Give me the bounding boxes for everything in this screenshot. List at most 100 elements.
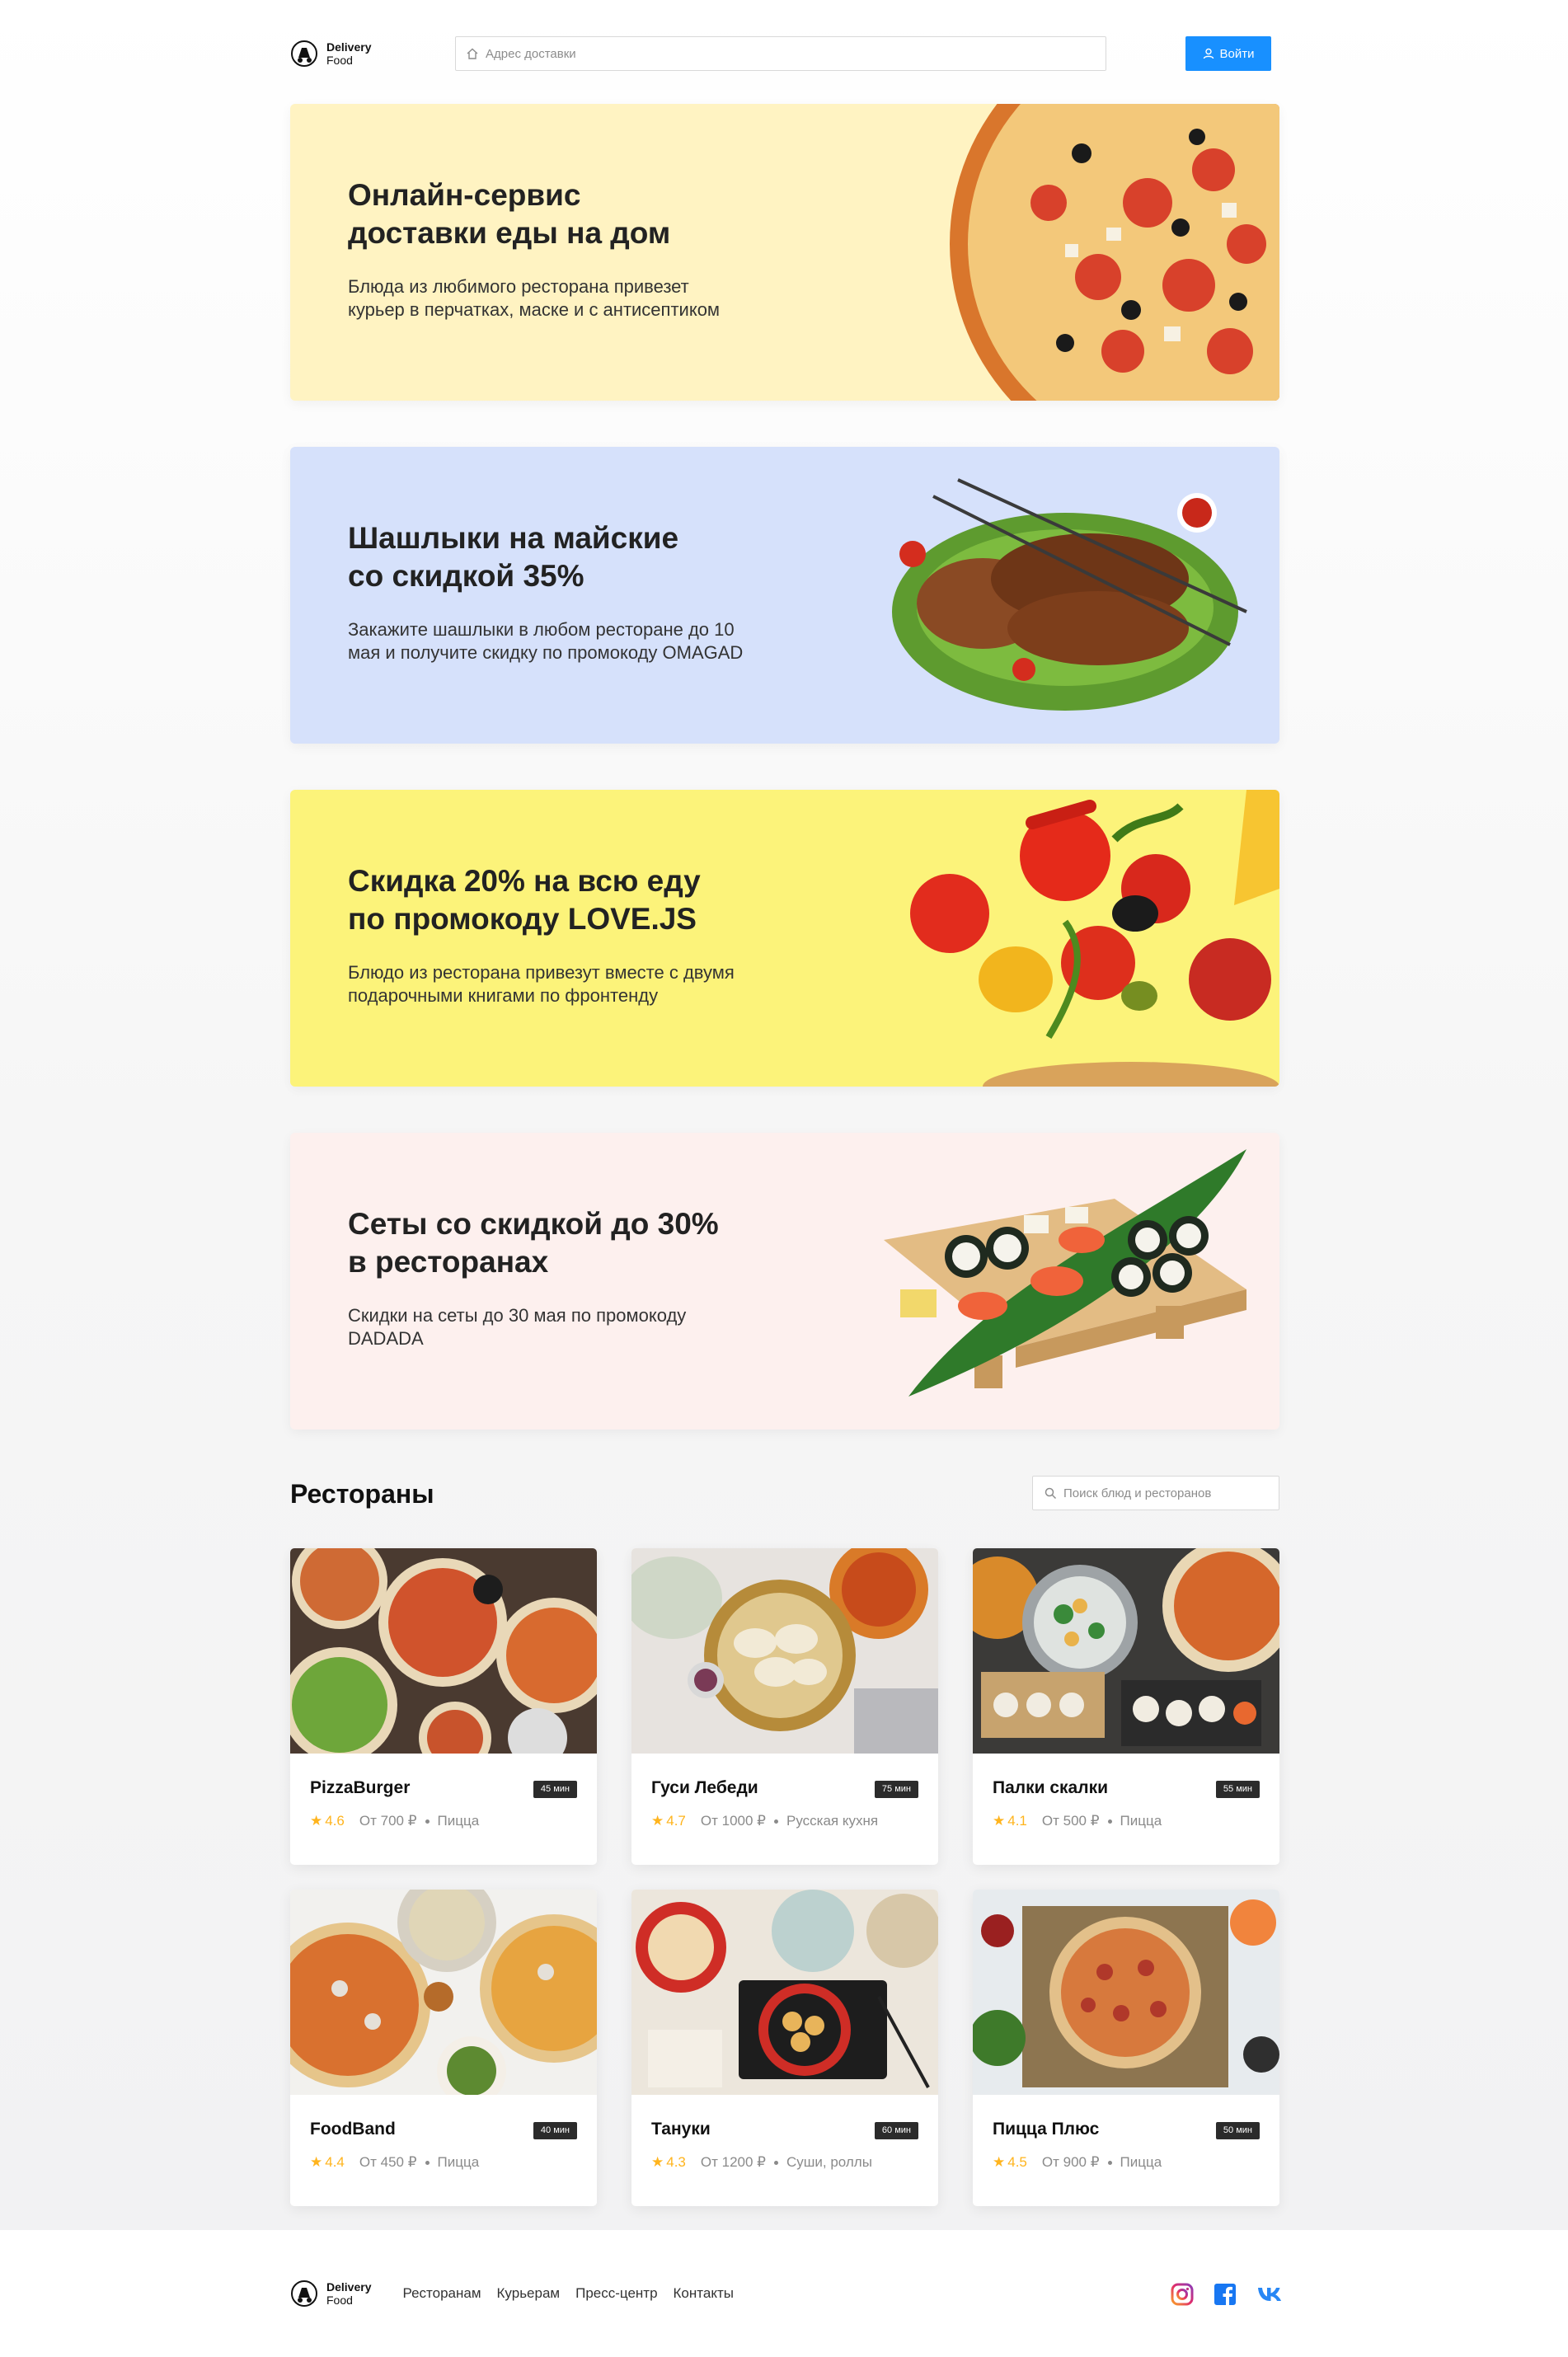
star-icon: ★ bbox=[993, 1813, 1006, 1829]
delivery-time-badge: 40 мин bbox=[533, 2122, 577, 2139]
footer-logo[interactable]: Delivery Food bbox=[290, 2280, 371, 2308]
logo-line1: Delivery bbox=[326, 40, 372, 54]
star-icon: ★ bbox=[651, 2154, 664, 2170]
logo-icon bbox=[291, 2280, 317, 2307]
footer-link-press[interactable]: Пресс-центр bbox=[575, 2285, 657, 2302]
star-icon: ★ bbox=[651, 1813, 664, 1829]
flying-vegetables-image bbox=[910, 790, 1279, 1087]
rating-value: 4.3 bbox=[666, 2154, 686, 2170]
rating: ★ 4.5 bbox=[993, 2154, 1027, 2171]
address-input[interactable] bbox=[486, 37, 1106, 70]
delivery-time-badge: 60 мин bbox=[874, 2122, 918, 2139]
logo-icon bbox=[291, 40, 317, 67]
restaurant-meta: ★ 4.6 От 700 ₽ Пицца bbox=[310, 1813, 479, 1829]
category: Суши, роллы bbox=[786, 2154, 872, 2170]
user-icon bbox=[1203, 48, 1214, 59]
separator-dot bbox=[425, 1819, 430, 1824]
restaurant-name: PizzaBurger bbox=[310, 1778, 411, 1797]
header: Delivery Food Войти bbox=[290, 35, 1279, 73]
restaurants-header: Рестораны bbox=[290, 1476, 1279, 1512]
promo-desc: Блюда из любимого ресторана привезет кур… bbox=[348, 276, 721, 320]
price: От 450 ₽ bbox=[359, 2154, 417, 2170]
price: От 700 ₽ bbox=[359, 1813, 417, 1829]
restaurant-image-pizzas bbox=[290, 1548, 597, 1774]
delivery-time-badge: 75 мин bbox=[874, 1781, 918, 1798]
restaurants-grid: PizzaBurger 45 мин ★ 4.6 От 700 ₽ Пицца Г… bbox=[290, 1548, 1279, 2208]
separator-dot bbox=[425, 2160, 430, 2165]
category: Пицца bbox=[1120, 2154, 1162, 2170]
pizza-image bbox=[950, 104, 1279, 401]
logo[interactable]: Delivery Food bbox=[290, 40, 371, 68]
promo-desc: Блюдо из ресторана привезут вместе с дву… bbox=[348, 962, 735, 1006]
restaurant-image-dumplings bbox=[631, 1548, 938, 1763]
rating-value: 4.5 bbox=[1007, 2154, 1027, 2170]
instagram-icon[interactable] bbox=[1171, 2283, 1194, 2306]
promo-desc: Скидки на сеты до 30 мая по промокоду DA… bbox=[348, 1305, 687, 1349]
price: От 1000 ₽ bbox=[700, 1813, 766, 1829]
star-icon: ★ bbox=[310, 2154, 323, 2170]
footer-link-couriers[interactable]: Курьерам bbox=[497, 2285, 561, 2302]
rating: ★ 4.1 bbox=[993, 1813, 1027, 1829]
search-field[interactable] bbox=[1032, 1476, 1279, 1510]
restaurant-image-pizza-slices bbox=[290, 1890, 597, 2106]
footer-link-contacts[interactable]: Контакты bbox=[674, 2285, 734, 2302]
category: Русская кухня bbox=[786, 1813, 879, 1829]
delivery-time-badge: 50 мин bbox=[1215, 2122, 1260, 2139]
restaurant-meta: ★ 4.7 От 1000 ₽ Русская кухня bbox=[651, 1813, 878, 1829]
price: От 900 ₽ bbox=[1041, 2154, 1100, 2170]
promo-banner-3[interactable]: Скидка 20% на всю еду по промокоду LOVE.… bbox=[290, 790, 1279, 1087]
price: От 500 ₽ bbox=[1041, 1813, 1100, 1829]
rating: ★ 4.6 bbox=[310, 1813, 345, 1829]
restaurant-meta: ★ 4.5 От 900 ₽ Пицца bbox=[993, 2154, 1162, 2171]
promo-title: Шашлыки на майские со скидкой 35% bbox=[348, 521, 679, 593]
restaurant-name: FoodBand bbox=[310, 2120, 396, 2139]
price: От 1200 ₽ bbox=[700, 2154, 766, 2170]
logo-text: Delivery Food bbox=[326, 40, 371, 67]
separator-dot bbox=[773, 1819, 778, 1824]
delivery-time-badge: 45 мин bbox=[533, 1781, 577, 1798]
restaurants-title: Рестораны bbox=[290, 1479, 434, 1509]
separator-dot bbox=[773, 2160, 778, 2165]
logo-line1: Delivery bbox=[326, 2280, 372, 2294]
search-icon bbox=[1045, 1487, 1057, 1499]
star-icon: ★ bbox=[310, 1813, 323, 1829]
shashlik-image bbox=[892, 478, 1247, 711]
restaurant-name: Пицца Плюс bbox=[993, 2120, 1100, 2139]
restaurant-card[interactable]: Тануки 60 мин ★ 4.3 От 1200 ₽ Суши, роллы bbox=[631, 1890, 938, 2206]
search-input[interactable] bbox=[1063, 1477, 1279, 1510]
footer-link-restaurants[interactable]: Ресторанам bbox=[402, 2285, 481, 2302]
logo-line2: Food bbox=[326, 54, 353, 67]
logo-line2: Food bbox=[326, 2294, 353, 2307]
rating-value: 4.1 bbox=[1007, 1813, 1027, 1829]
login-label: Войти bbox=[1219, 46, 1255, 61]
promo-title: Скидка 20% на всю еду по промокоду LOVE.… bbox=[348, 864, 701, 936]
restaurant-card[interactable]: Палки скалки 55 мин ★ 4.1 От 500 ₽ Пицца bbox=[973, 1548, 1279, 1865]
category: Пицца bbox=[1120, 1813, 1162, 1829]
category: Пицца bbox=[437, 1813, 480, 1829]
restaurant-name: Гуси Лебеди bbox=[651, 1778, 758, 1797]
rating: ★ 4.7 bbox=[651, 1813, 686, 1829]
promo-banner-4[interactable]: Сеты со скидкой до 30% в ресторанах Скид… bbox=[290, 1133, 1279, 1430]
restaurant-card[interactable]: Пицца Плюс 50 мин ★ 4.5 От 900 ₽ Пицца bbox=[973, 1890, 1279, 2206]
promo-desc: Закажите шашлыки в любом ресторане до 10… bbox=[348, 619, 744, 663]
restaurant-image-asian-bowls bbox=[631, 1890, 938, 2095]
restaurant-image-pizza-board bbox=[973, 1890, 1279, 2095]
footer: Delivery Food Ресторанам Курьерам Пресс-… bbox=[0, 2230, 1568, 2357]
promo-banner-1[interactable]: Онлайн-сервис доставки еды на дом Блюда … bbox=[290, 104, 1279, 401]
restaurant-card[interactable]: FoodBand 40 мин ★ 4.4 От 450 ₽ Пицца bbox=[290, 1890, 597, 2206]
promo-banner-2[interactable]: Шашлыки на майские со скидкой 35% Закажи… bbox=[290, 447, 1279, 744]
rating: ★ 4.3 bbox=[651, 2154, 686, 2171]
restaurant-name: Тануки bbox=[651, 2120, 711, 2139]
logo-text: Delivery Food bbox=[326, 2280, 371, 2307]
rating-value: 4.6 bbox=[325, 1813, 345, 1829]
restaurant-card[interactable]: PizzaBurger 45 мин ★ 4.6 От 700 ₽ Пицца bbox=[290, 1548, 597, 1865]
facebook-icon[interactable] bbox=[1214, 2283, 1237, 2306]
restaurant-card[interactable]: Гуси Лебеди 75 мин ★ 4.7 От 1000 ₽ Русска… bbox=[631, 1548, 938, 1865]
vk-icon[interactable] bbox=[1256, 2283, 1281, 2306]
restaurant-image-sushi-pizza bbox=[973, 1548, 1279, 1754]
address-field[interactable] bbox=[455, 36, 1106, 71]
login-button[interactable]: Войти bbox=[1185, 36, 1271, 71]
home-icon bbox=[467, 48, 478, 59]
footer-nav: Ресторанам Курьерам Пресс-центр Контакты bbox=[402, 2285, 733, 2302]
category: Пицца bbox=[437, 2154, 480, 2170]
